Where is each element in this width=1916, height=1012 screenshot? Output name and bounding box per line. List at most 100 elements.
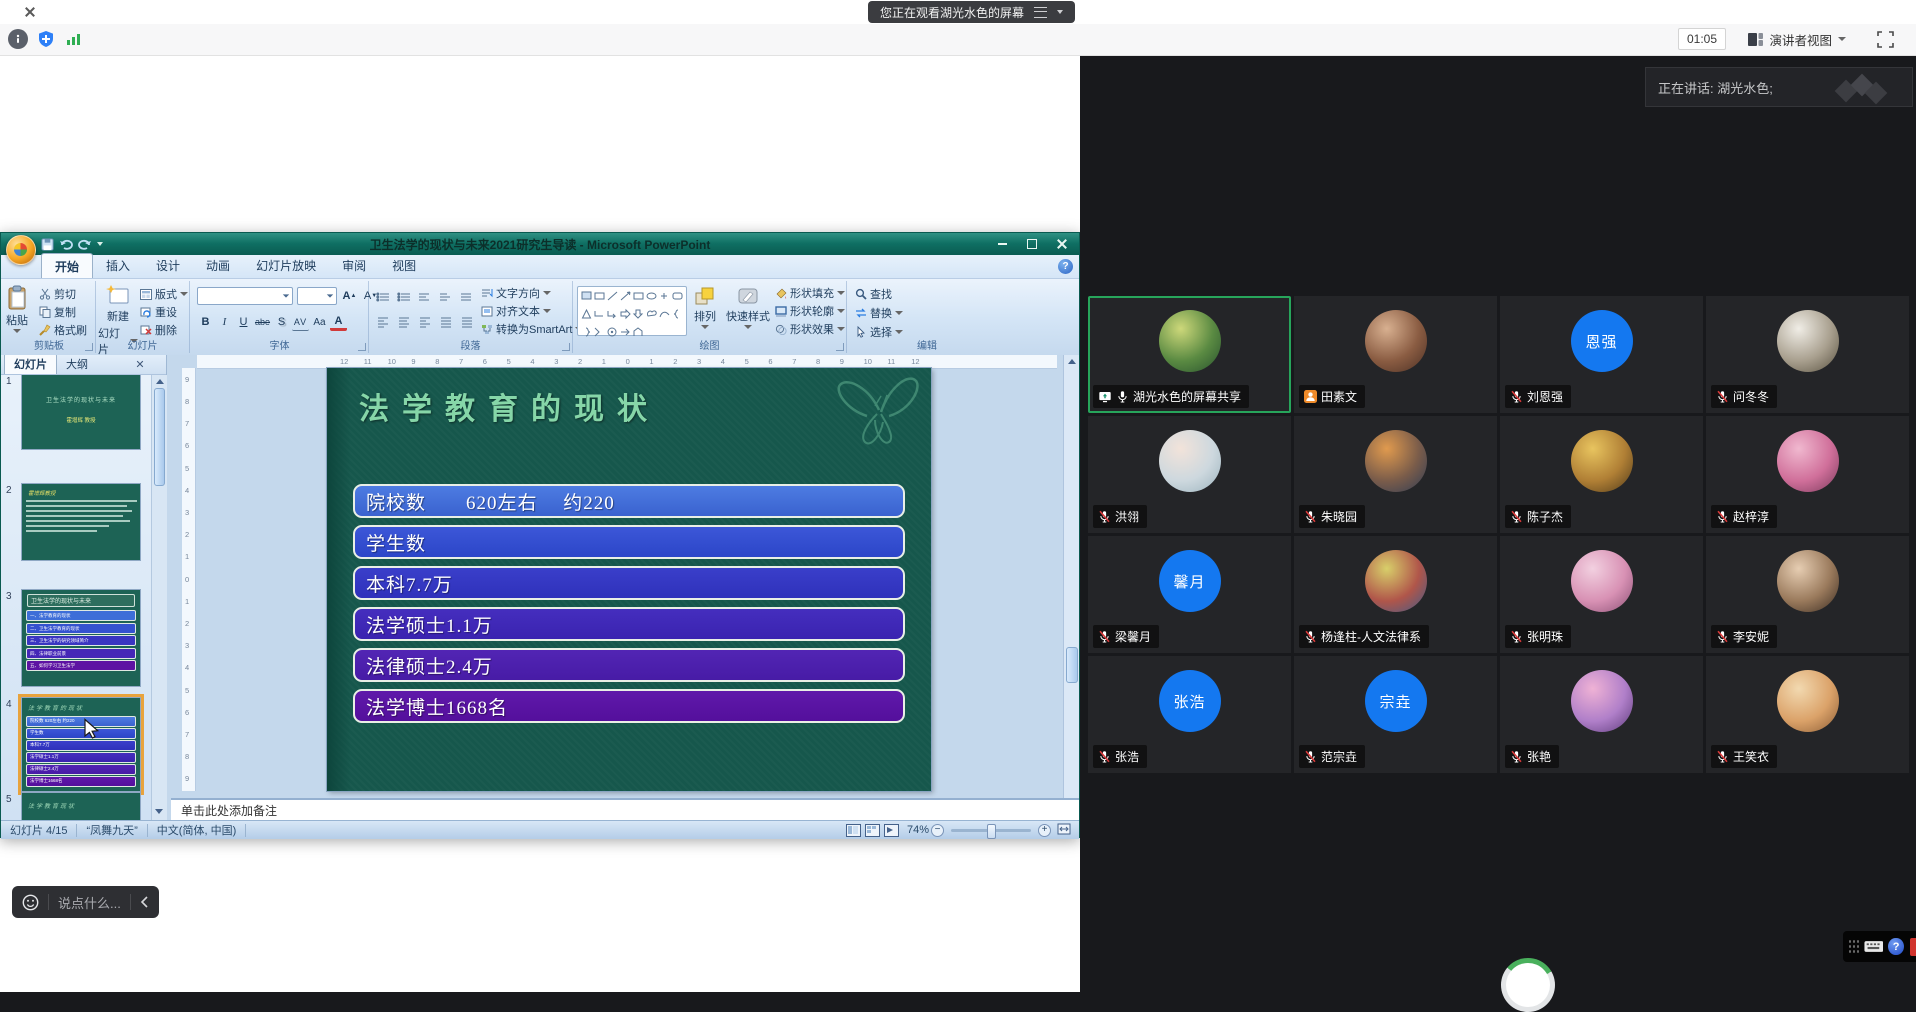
notes-pane[interactable]: 单击此处添加备注	[171, 798, 1079, 820]
shape-glyph-1[interactable]	[580, 290, 593, 302]
office-button[interactable]	[6, 235, 36, 265]
paragraph-dialog-launcher[interactable]	[562, 343, 570, 351]
participant-tile-13[interactable]: 张浩张浩	[1088, 656, 1291, 773]
shape-glyph-7[interactable]	[658, 290, 671, 302]
chat-placeholder[interactable]: 说点什么...	[58, 893, 121, 912]
text-shadow-button[interactable]: S	[273, 314, 290, 331]
ppt-tab-4[interactable]: 动画	[193, 253, 243, 278]
meeting-info-icon[interactable]	[8, 29, 28, 49]
panel-scroll-up-icon[interactable]	[156, 379, 164, 384]
justify-button[interactable]	[438, 312, 455, 329]
shape-glyph-3[interactable]	[606, 290, 619, 302]
find-button[interactable]: 查找	[855, 286, 903, 302]
participant-tile-2[interactable]: 田素文	[1294, 296, 1497, 413]
ime-toolbar[interactable]: ?	[1843, 931, 1916, 962]
panel-tab-outline[interactable]: 大纲	[57, 355, 97, 374]
zoom-out-button[interactable]: −	[931, 824, 944, 837]
align-left-button[interactable]	[375, 312, 392, 329]
fit-to-window-icon[interactable]	[1057, 823, 1071, 838]
participant-tile-7[interactable]: 陈子杰	[1500, 416, 1703, 533]
zoom-slider[interactable]	[951, 829, 1031, 832]
clipboard-dialog-launcher[interactable]	[85, 343, 93, 351]
panel-tab-slides[interactable]: 幻灯片	[4, 355, 57, 374]
collapse-chat-icon[interactable]	[140, 896, 149, 908]
underline-button[interactable]: U	[235, 314, 252, 331]
ppt-minimize-button[interactable]	[989, 236, 1015, 252]
strikethrough-button[interactable]: abe	[254, 314, 271, 331]
emoji-icon[interactable]	[22, 894, 39, 911]
increase-indent-button[interactable]	[438, 288, 455, 305]
zoom-in-button[interactable]: +	[1038, 824, 1051, 837]
panel-close-icon[interactable]: ✕	[134, 359, 146, 371]
slide-thumbnail-5[interactable]: 法学教育现状	[21, 792, 141, 820]
ppt-tab-3[interactable]: 设计	[143, 253, 193, 278]
ppt-restore-button[interactable]	[1019, 236, 1045, 252]
align-text-button[interactable]: 对齐文本	[481, 303, 583, 319]
shape-glyph-11[interactable]	[606, 308, 619, 320]
redo-icon[interactable]	[78, 238, 92, 250]
slide-thumbnail-4[interactable]: 法学教育的现状院校数 620左右 约220学生数本科7.7万法学硕士1.1万法律…	[21, 697, 141, 792]
ime-help-icon[interactable]: ?	[1888, 938, 1903, 955]
shape-fill-button[interactable]: 形状填充	[775, 285, 845, 301]
copy-button[interactable]: 复制	[39, 304, 87, 320]
zoom-slider-thumb[interactable]	[987, 824, 996, 839]
grow-font-button[interactable]: A▲	[341, 288, 358, 305]
security-shield-icon[interactable]	[36, 29, 56, 49]
window-close-button[interactable]	[23, 5, 37, 19]
shape-outline-button[interactable]: 形状轮廓	[775, 303, 845, 319]
powerpoint-window[interactable]: 卫生法学的现状与未来2021研究生导读 - Microsoft PowerPoi…	[0, 232, 1080, 838]
save-icon[interactable]	[41, 238, 54, 251]
ppt-tab-2[interactable]: 插入	[93, 253, 143, 278]
shape-glyph-16[interactable]	[671, 308, 684, 320]
speaker-view-button[interactable]: 演讲者视图	[1748, 28, 1846, 50]
participant-tile-8[interactable]: 赵梓淳	[1706, 416, 1909, 533]
convert-smartart-button[interactable]: 转换为SmartArt	[481, 321, 583, 337]
align-right-button[interactable]	[417, 312, 434, 329]
delete-slide-button[interactable]: 删除	[140, 322, 188, 338]
text-direction-button[interactable]: 文字方向	[481, 285, 583, 301]
shape-effects-button[interactable]: 形状效果	[775, 321, 845, 337]
chat-input-bar[interactable]: 说点什么...	[12, 886, 159, 918]
participant-tile-14[interactable]: 宗垚范宗垚	[1294, 656, 1497, 773]
bold-button[interactable]: B	[197, 314, 214, 331]
cut-button[interactable]: 剪切	[39, 286, 87, 302]
slide-thumbnail-2[interactable]: 霍增辉教授	[21, 483, 141, 561]
panel-scroll-down-icon[interactable]	[155, 809, 163, 814]
floating-round-badge[interactable]	[1501, 958, 1555, 1012]
watching-banner[interactable]: 您正在观看湖光水色的屏幕	[868, 1, 1075, 23]
ppt-tab-7[interactable]: 视图	[379, 253, 429, 278]
panel-scrollbar[interactable]	[151, 375, 167, 820]
ppt-tab-1[interactable]: 开始	[41, 253, 93, 278]
decrease-indent-button[interactable]	[417, 288, 434, 305]
slide-thumbnail-3[interactable]: 卫生法学的现状与未来一、法学教育的现状二、卫生法学教育的现状三、卫生法学的研究领…	[21, 589, 141, 687]
shape-glyph-6[interactable]	[645, 290, 658, 302]
ppt-titlebar[interactable]: 卫生法学的现状与未来2021研究生导读 - Microsoft PowerPoi…	[1, 233, 1079, 255]
shape-glyph-12[interactable]	[619, 308, 632, 320]
participant-tile-4[interactable]: 问冬冬	[1706, 296, 1909, 413]
ime-drag-handle[interactable]	[1848, 939, 1859, 955]
numbering-button[interactable]	[396, 288, 413, 305]
participant-tile-10[interactable]: 杨逢柱-人文法律系	[1294, 536, 1497, 653]
align-center-button[interactable]	[396, 312, 413, 329]
ppt-close-button[interactable]	[1049, 236, 1075, 252]
reset-button[interactable]: 重设	[140, 304, 188, 320]
doc-scroll-up-icon[interactable]	[1068, 359, 1076, 364]
participant-tile-11[interactable]: 张明珠	[1500, 536, 1703, 653]
replace-button[interactable]: 替换	[855, 305, 903, 321]
line-spacing-button[interactable]	[459, 288, 476, 305]
shape-glyph-9[interactable]	[580, 308, 593, 320]
bullets-button[interactable]	[375, 288, 392, 305]
italic-button[interactable]: I	[216, 314, 233, 331]
participant-tile-16[interactable]: 王笑衣	[1706, 656, 1909, 773]
participant-tile-5[interactable]: 洪翎	[1088, 416, 1291, 533]
shape-glyph-13[interactable]	[632, 308, 645, 320]
keyboard-icon[interactable]	[1864, 940, 1884, 953]
columns-button[interactable]	[459, 312, 476, 329]
slide-canvas[interactable]: 法学教育的现状 院校数 620左右 约220学生数本科7.7万法学硕士1.1万法…	[327, 368, 931, 791]
participant-tile-12[interactable]: 李安妮	[1706, 536, 1909, 653]
shape-glyph-8[interactable]	[671, 290, 684, 302]
ppt-help-button[interactable]: ?	[1058, 259, 1073, 274]
quick-access-caret-icon[interactable]	[97, 242, 103, 246]
shape-glyph-5[interactable]	[632, 290, 645, 302]
network-signal-icon[interactable]	[64, 29, 84, 49]
